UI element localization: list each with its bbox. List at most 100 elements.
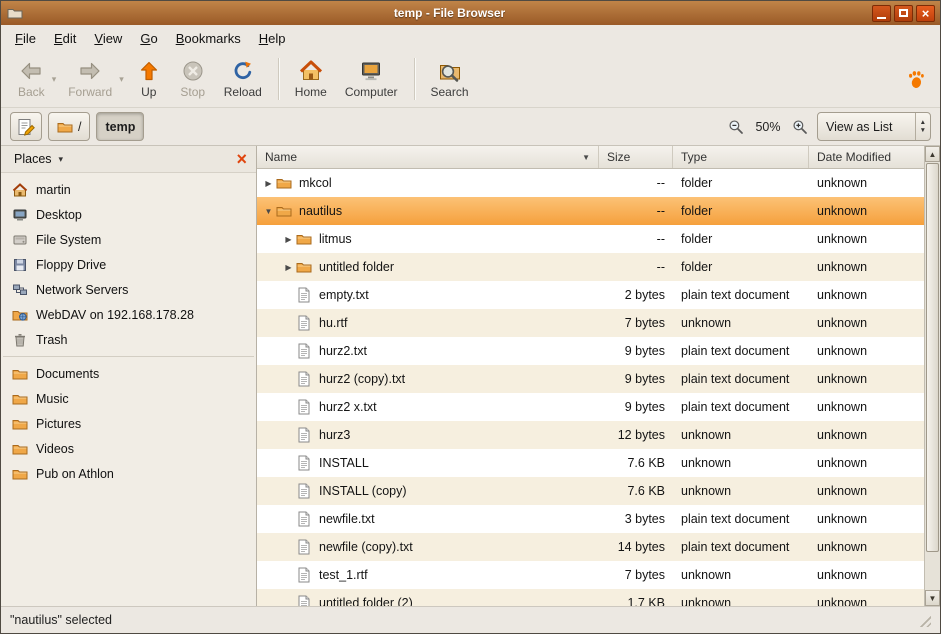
type-cell: folder [673, 232, 809, 246]
file-row-install[interactable]: INSTALL7.6 KBunknownunknown [257, 449, 924, 477]
resize-grip[interactable] [917, 613, 931, 627]
type-cell: unknown [673, 596, 809, 606]
expander-icon[interactable]: ▼ [261, 207, 276, 216]
file-row-untitled-folder-2[interactable]: untitled folder (2)1.7 KBunknownunknown [257, 589, 924, 606]
path-root-button[interactable]: / [48, 112, 90, 141]
search-button[interactable]: Search [422, 53, 478, 105]
expander-icon[interactable]: ▶ [281, 235, 296, 244]
name-cell: INSTALL (copy) [257, 483, 599, 499]
sidebar-item-webdav-on-192-168-178-28[interactable]: WebDAV on 192.168.178.28 [1, 302, 256, 327]
reload-button[interactable]: Reload [215, 53, 271, 105]
column-header-type[interactable]: Type [673, 146, 809, 168]
file-row-mkcol[interactable]: ▶mkcol--folderunknown [257, 169, 924, 197]
zoom-in-button[interactable] [790, 117, 810, 137]
sidebar-item-label: Pub on Athlon [36, 467, 114, 481]
file-row-hurz3[interactable]: hurz312 bytesunknownunknown [257, 421, 924, 449]
sidebar-item-videos[interactable]: Videos [1, 436, 256, 461]
stop-button[interactable]: Stop [171, 53, 215, 105]
minimize-icon [877, 17, 886, 19]
up-button[interactable]: Up [127, 53, 171, 105]
path-root-label: / [78, 120, 81, 134]
vertical-scrollbar[interactable]: ▲ ▼ [924, 146, 940, 606]
path-current-button[interactable]: temp [96, 112, 144, 141]
file-row-newfile-txt[interactable]: newfile.txt3 bytesplain text documentunk… [257, 505, 924, 533]
back-history-dropdown[interactable]: ▾ [49, 53, 60, 105]
sidebar-item-documents[interactable]: Documents [1, 361, 256, 386]
close-button[interactable]: × [916, 5, 935, 22]
menu-file[interactable]: File [7, 28, 44, 49]
name-cell: ▶mkcol [257, 175, 599, 191]
file-row-untitled-folder[interactable]: ▶untitled folder--folderunknown [257, 253, 924, 281]
back-button[interactable]: Back [9, 53, 54, 105]
sidebar-header: Places ▾ × [1, 146, 256, 173]
sidebar-item-trash[interactable]: Trash [1, 327, 256, 352]
column-header-label: Name [265, 150, 297, 164]
file-row-install-copy[interactable]: INSTALL (copy)7.6 KBunknownunknown [257, 477, 924, 505]
close-icon: × [922, 7, 930, 20]
sidebar-item-label: martin [36, 183, 71, 197]
menu-help[interactable]: Help [251, 28, 294, 49]
scrollbar-track[interactable] [925, 162, 940, 590]
home-button[interactable]: Home [286, 53, 336, 105]
places-sidebar: Places ▾ × martin DesktopFile SystemFlopp… [1, 146, 257, 606]
file-icon [296, 427, 312, 443]
file-row-nautilus[interactable]: ▼nautilus--folderunknown [257, 197, 924, 225]
column-header-name[interactable]: Name▼ [257, 146, 599, 168]
zoom-out-button[interactable] [726, 117, 746, 137]
scroll-up-button[interactable]: ▲ [925, 146, 940, 162]
file-row-test-1-rtf[interactable]: test_1.rtf7 bytesunknownunknown [257, 561, 924, 589]
sidebar-item-network-servers[interactable]: Network Servers [1, 277, 256, 302]
name-cell: hurz2 (copy).txt [257, 371, 599, 387]
expander-icon[interactable]: ▶ [261, 179, 276, 188]
type-cell: plain text document [673, 512, 809, 526]
size-cell: 7.6 KB [599, 484, 673, 498]
file-row-hu-rtf[interactable]: hu.rtf7 bytesunknownunknown [257, 309, 924, 337]
column-header-date[interactable]: Date Modified [809, 146, 924, 168]
maximize-button[interactable] [894, 5, 913, 22]
menu-go[interactable]: Go [132, 28, 165, 49]
file-name: INSTALL (copy) [319, 484, 407, 498]
computer-button[interactable]: Computer [336, 53, 407, 105]
forward-button[interactable]: Forward [59, 53, 121, 105]
sidebar-item-desktop[interactable]: Desktop [1, 202, 256, 227]
sidebar-item-pictures[interactable]: Pictures [1, 411, 256, 436]
menu-view[interactable]: View [86, 28, 130, 49]
file-row-empty-txt[interactable]: empty.txt2 bytesplain text documentunkno… [257, 281, 924, 309]
folder-icon [12, 391, 28, 407]
edit-location-button[interactable] [10, 112, 42, 141]
menu-edit[interactable]: Edit [46, 28, 84, 49]
size-cell: 3 bytes [599, 512, 673, 526]
sidebar-item-floppy-drive[interactable]: Floppy Drive [1, 252, 256, 277]
file-row-hurz2-copy-txt[interactable]: hurz2 (copy).txt9 bytesplain text docume… [257, 365, 924, 393]
file-row-hurz2-x-txt[interactable]: hurz2 x.txt9 bytesplain text documentunk… [257, 393, 924, 421]
scroll-down-button[interactable]: ▼ [925, 590, 940, 606]
file-row-hurz2-txt[interactable]: hurz2.txt9 bytesplain text documentunkno… [257, 337, 924, 365]
sidebar-item-file-system[interactable]: File System [1, 227, 256, 252]
forward-icon [78, 59, 102, 83]
sidebar-item-martin[interactable]: martin [1, 177, 256, 202]
size-cell: -- [599, 232, 673, 246]
date-modified-cell: unknown [809, 232, 924, 246]
folder-icon [276, 203, 292, 219]
view-mode-select[interactable]: View as List ▲▼ [817, 112, 931, 141]
menu-bookmarks[interactable]: Bookmarks [168, 28, 249, 49]
file-row-newfile-copy-txt[interactable]: newfile (copy).txt14 bytesplain text doc… [257, 533, 924, 561]
search-label: Search [431, 85, 469, 99]
expander-icon[interactable]: ▶ [281, 263, 296, 272]
file-row-litmus[interactable]: ▶litmus--folderunknown [257, 225, 924, 253]
file-icon [296, 483, 312, 499]
close-sidebar-button[interactable]: × [232, 150, 251, 168]
places-selector[interactable]: Places ▾ [5, 149, 72, 169]
folder-icon [276, 175, 292, 191]
sidebar-item-label: Videos [36, 442, 74, 456]
scrollbar-thumb[interactable] [926, 163, 939, 552]
sidebar-item-music[interactable]: Music [1, 386, 256, 411]
titlebar[interactable]: temp - File Browser × [1, 1, 940, 25]
column-header-label: Date Modified [817, 150, 891, 164]
forward-history-dropdown[interactable]: ▾ [116, 53, 127, 105]
sidebar-item-pub-on-athlon[interactable]: Pub on Athlon [1, 461, 256, 486]
up-icon [137, 59, 161, 83]
minimize-button[interactable] [872, 5, 891, 22]
file-name: INSTALL [319, 456, 369, 470]
column-header-size[interactable]: Size [599, 146, 673, 168]
